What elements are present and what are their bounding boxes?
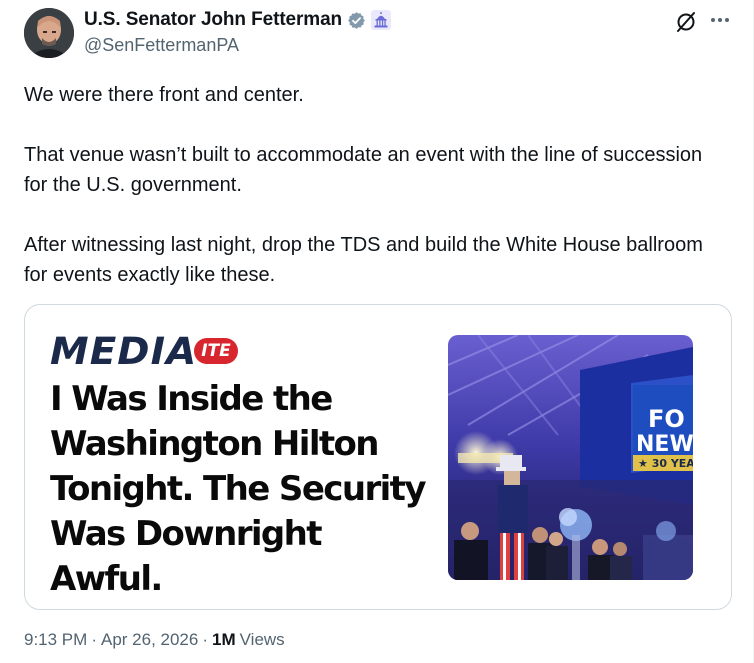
grok-icon [677,12,695,32]
author-block: U.S. Senator John Fetterman @SenFetterma… [84,8,392,56]
tweet-time[interactable]: 9:13 PM [24,630,87,650]
media-card[interactable]: MEDIA ITE I Was Inside the Washington Hi… [24,304,732,610]
tweet-paragraph: We were there front and center. [24,84,304,106]
media-card-image: MEDIA ITE I Was Inside the Washington Hi… [25,305,731,609]
meta-separator: · [91,630,97,649]
meta-separator: · [202,630,209,649]
grok-button[interactable] [674,10,698,34]
mediaite-logo-text: MEDIA [50,329,198,373]
author-name-row: U.S. Senator John Fetterman [84,8,392,32]
photo-sign-line3: ★ 30 YEAR [638,457,693,470]
event-photo-image: FO NEW ★ 30 YEAR [448,335,693,580]
avatar-image [24,8,74,58]
mediaite-logo-pill: ITE [194,338,238,364]
tweet-paragraph: After witnessing last night, drop the TD… [24,234,703,286]
tweet-paragraph: That venue wasn’t built to accommodate a… [24,144,703,196]
capitol-government-badge-icon[interactable] [371,10,392,30]
photo-sign-line1: FO [648,405,685,433]
verified-check-icon[interactable] [347,11,366,30]
author-avatar[interactable] [24,8,74,58]
tweet-text: We were there front and center. That ven… [24,80,724,290]
tweet-date[interactable]: Apr 26, 2026 [101,630,198,650]
event-photo: FO NEW ★ 30 YEAR [448,335,693,580]
author-display-name[interactable]: U.S. Senator John Fetterman [84,9,342,31]
views-count[interactable]: 1M [212,630,236,650]
photo-sign-line2: NEW [636,432,693,457]
more-options-icon [711,18,715,22]
more-options-button[interactable] [706,8,734,32]
tweet-meta: 9:13 PM · Apr 26, 2026 · 1M Views [24,630,285,650]
mediaite-logo: MEDIA ITE [50,329,238,373]
author-handle[interactable]: @SenFettermanPA [84,35,391,56]
views-label: Views [239,630,285,649]
card-headline: I Was Inside the Washington Hilton Tonig… [50,379,426,599]
tweet-container: U.S. Senator John Fetterman @SenFetterma… [0,0,754,663]
